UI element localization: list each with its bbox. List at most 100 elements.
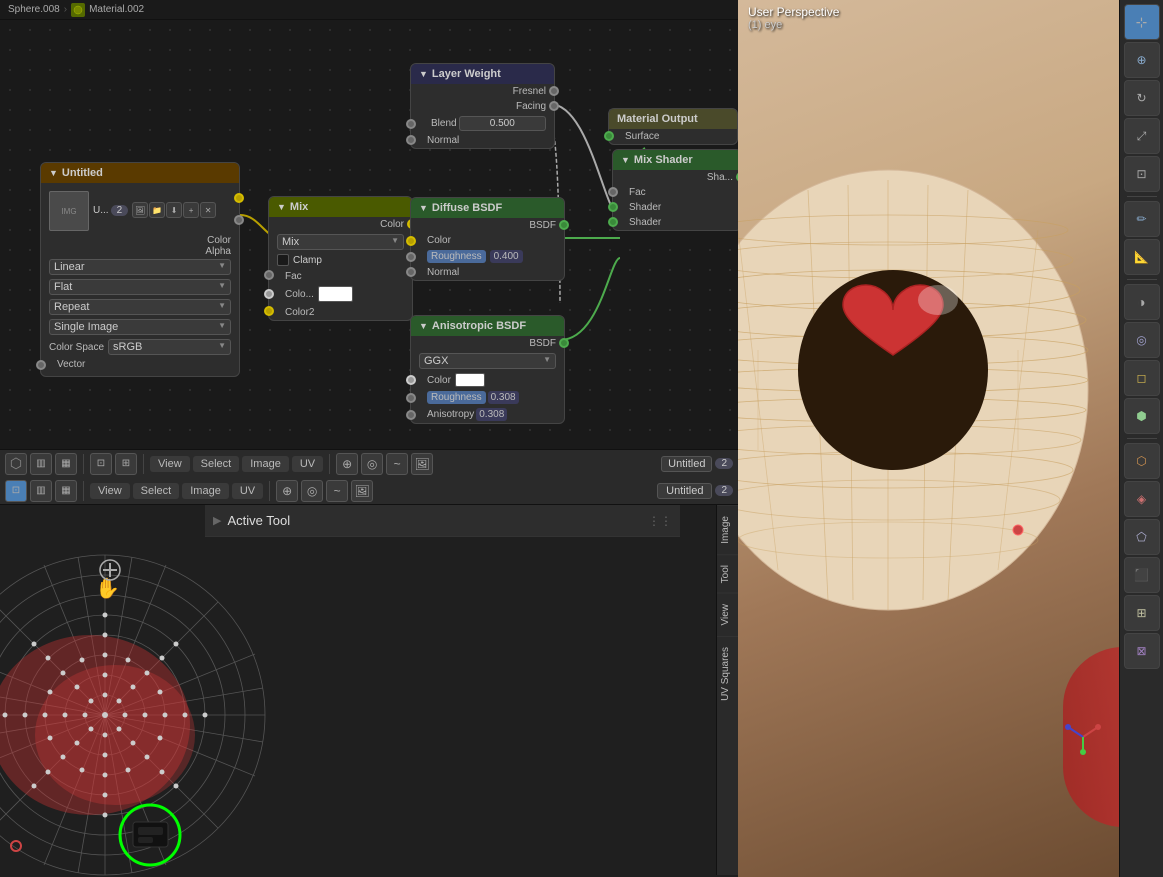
toolbar-mode-2[interactable]: ▥ bbox=[30, 453, 52, 475]
node-wave-icon[interactable]: ~ bbox=[386, 453, 408, 475]
node-uv-btn[interactable]: UV bbox=[292, 456, 323, 472]
node-prop-icon[interactable]: ◎ bbox=[361, 453, 383, 475]
shading-tool-btn[interactable]: ◑ bbox=[1124, 284, 1160, 320]
aniso-anisotropy-input[interactable] bbox=[406, 410, 416, 420]
mix-shader-fac-input[interactable] bbox=[608, 187, 618, 197]
facing-output[interactable] bbox=[549, 101, 559, 111]
diffuse-roughness-btn[interactable]: Roughness bbox=[427, 250, 486, 263]
active-tool-expand-icon[interactable]: ▶ bbox=[213, 514, 221, 527]
repeat-label: Repeat bbox=[54, 301, 89, 313]
viewport-title: User Perspective bbox=[748, 5, 839, 19]
bisect-tool-btn[interactable]: ◈ bbox=[1124, 481, 1160, 517]
aniso-roughness-btn[interactable]: Roughness bbox=[427, 391, 486, 404]
transform-tool-btn[interactable]: ⊡ bbox=[1124, 156, 1160, 192]
img-btn-1[interactable]: 🖼 bbox=[132, 202, 148, 218]
linear-dropdown[interactable]: Linear ▼ bbox=[49, 259, 231, 275]
toolbar-dotted[interactable]: ⊞ bbox=[115, 453, 137, 475]
uv-mode-select[interactable]: ⊡ bbox=[5, 480, 27, 502]
aniso-color-swatch[interactable] bbox=[455, 373, 485, 387]
toolbar-mode-icon[interactable]: ⬡ bbox=[5, 453, 27, 475]
img-btn-close[interactable]: ✕ bbox=[200, 202, 216, 218]
material-output-surface-input[interactable] bbox=[604, 131, 614, 141]
measure-tool-btn[interactable]: 📐 bbox=[1124, 239, 1160, 275]
single-image-dropdown[interactable]: Single Image ▼ bbox=[49, 319, 231, 335]
img-btn-4[interactable]: + bbox=[183, 202, 199, 218]
aniso-bsdf-output[interactable] bbox=[559, 338, 569, 348]
annotate-tool-btn[interactable]: ✏ bbox=[1124, 201, 1160, 237]
node-editor: ▼ Untitled IMG U... 2 🖼 📁 ⬇ + ✕ bbox=[0, 0, 738, 477]
aniso-color-input[interactable] bbox=[406, 375, 416, 385]
uv-mode-2[interactable]: ▥ bbox=[30, 480, 52, 502]
uv-uv-btn[interactable]: UV bbox=[232, 483, 263, 499]
untitled-dropdown[interactable]: Untitled bbox=[661, 456, 712, 472]
uv-view-btn[interactable]: View bbox=[90, 483, 130, 499]
img-btn-2[interactable]: 📁 bbox=[149, 202, 165, 218]
uv-mode-3[interactable]: ▦ bbox=[55, 480, 77, 502]
mix-color1-input[interactable] bbox=[264, 289, 274, 299]
globe-tool-btn[interactable]: ◎ bbox=[1124, 322, 1160, 358]
bevel-tool-btn[interactable]: ⊠ bbox=[1124, 633, 1160, 669]
untitled-node-title: Untitled bbox=[62, 167, 103, 179]
node-snap-icon[interactable]: ⊕ bbox=[336, 453, 358, 475]
node-image-btn[interactable]: Image bbox=[242, 456, 289, 472]
mix-color2-input[interactable] bbox=[264, 306, 274, 316]
img-btn-3[interactable]: ⬇ bbox=[166, 202, 182, 218]
diffuse-color-input[interactable] bbox=[406, 236, 416, 246]
knife-tool-btn[interactable]: ⬡ bbox=[1124, 443, 1160, 479]
active-tool-menu-icon[interactable]: ⋮⋮ bbox=[648, 514, 672, 528]
layer-normal-input[interactable] bbox=[406, 135, 416, 145]
uv-img-thumb[interactable]: 🖼 bbox=[351, 480, 373, 502]
blend-input[interactable] bbox=[406, 119, 416, 129]
uv-snap-icon[interactable]: ⊕ bbox=[276, 480, 298, 502]
uv-editor: ⊡ ▥ ▦ View Select Image UV ⊕ ◎ ~ 🖼 Untit… bbox=[0, 477, 738, 877]
side-tab-tool[interactable]: Tool bbox=[717, 554, 738, 593]
diffuse-roughness-input[interactable] bbox=[406, 252, 416, 262]
repeat-dropdown[interactable]: Repeat ▼ bbox=[49, 299, 231, 315]
poly-tool-btn[interactable]: ⬠ bbox=[1124, 519, 1160, 555]
mix-color1-swatch[interactable] bbox=[318, 286, 353, 302]
aniso-roughness-val: 0.308 bbox=[488, 391, 519, 404]
fresnel-output[interactable] bbox=[549, 86, 559, 96]
breadcrumb-sep: › bbox=[64, 4, 67, 15]
layer-weight-body: Fresnel Facing Blend 0.500 Normal bbox=[411, 84, 554, 148]
side-tab-uv-squares[interactable]: UV Squares bbox=[717, 636, 738, 711]
uv-prop-icon[interactable]: ◎ bbox=[301, 480, 323, 502]
side-tab-image[interactable]: Image bbox=[717, 505, 738, 554]
side-tab-view[interactable]: View bbox=[717, 593, 738, 636]
uv-select-btn[interactable]: Select bbox=[133, 483, 180, 499]
diffuse-bsdf-output[interactable] bbox=[559, 220, 569, 230]
node-view-btn[interactable]: View bbox=[150, 456, 190, 472]
mix-shader-s1-input[interactable] bbox=[608, 202, 618, 212]
inset-tool-btn[interactable]: ⊞ bbox=[1124, 595, 1160, 631]
mix-shader-s2-input[interactable] bbox=[608, 217, 618, 227]
color-output-socket[interactable] bbox=[234, 193, 244, 203]
rotate-tool-btn[interactable]: ↻ bbox=[1124, 80, 1160, 116]
uv-image-selector[interactable]: Untitled bbox=[657, 483, 712, 499]
alpha-output-socket[interactable] bbox=[234, 215, 244, 225]
blend-value[interactable]: 0.500 bbox=[459, 116, 546, 131]
move-tool-btn[interactable]: ⊕ bbox=[1124, 42, 1160, 78]
extrude-tool-btn[interactable]: ⬛ bbox=[1124, 557, 1160, 593]
clamp-checkbox[interactable] bbox=[277, 254, 289, 266]
node-img-icon[interactable]: 🖼 bbox=[411, 453, 433, 475]
cursor-tool-btn[interactable]: ⊹ bbox=[1124, 4, 1160, 40]
aniso-roughness-input[interactable] bbox=[406, 393, 416, 403]
diffuse-normal-input[interactable] bbox=[406, 267, 416, 277]
colorspace-dropdown[interactable]: sRGB ▼ bbox=[108, 339, 231, 355]
loopcut-tool-btn[interactable]: ⬢ bbox=[1124, 398, 1160, 434]
toolbar-view-mode[interactable]: ⊡ bbox=[90, 453, 112, 475]
toolbar-mode-3[interactable]: ▦ bbox=[55, 453, 77, 475]
rotate-gizmo[interactable] bbox=[1063, 717, 1103, 757]
mix-fac-input[interactable] bbox=[264, 270, 274, 280]
uv-image-btn[interactable]: Image bbox=[182, 483, 229, 499]
node-select-btn[interactable]: Select bbox=[193, 456, 240, 472]
scale-tool-btn[interactable]: ⤢ bbox=[1124, 118, 1160, 154]
uv-wave-icon[interactable]: ~ bbox=[326, 480, 348, 502]
vector-row: Vector bbox=[41, 357, 239, 372]
ggx-dropdown[interactable]: GGX ▼ bbox=[419, 353, 556, 369]
mix-type-dropdown[interactable]: Mix ▼ bbox=[277, 234, 404, 250]
flat-dropdown[interactable]: Flat ▼ bbox=[49, 279, 231, 295]
vector-input-socket[interactable] bbox=[36, 360, 46, 370]
subdivide-tool-btn[interactable]: ◻ bbox=[1124, 360, 1160, 396]
material-output-title: Material Output bbox=[617, 113, 698, 125]
